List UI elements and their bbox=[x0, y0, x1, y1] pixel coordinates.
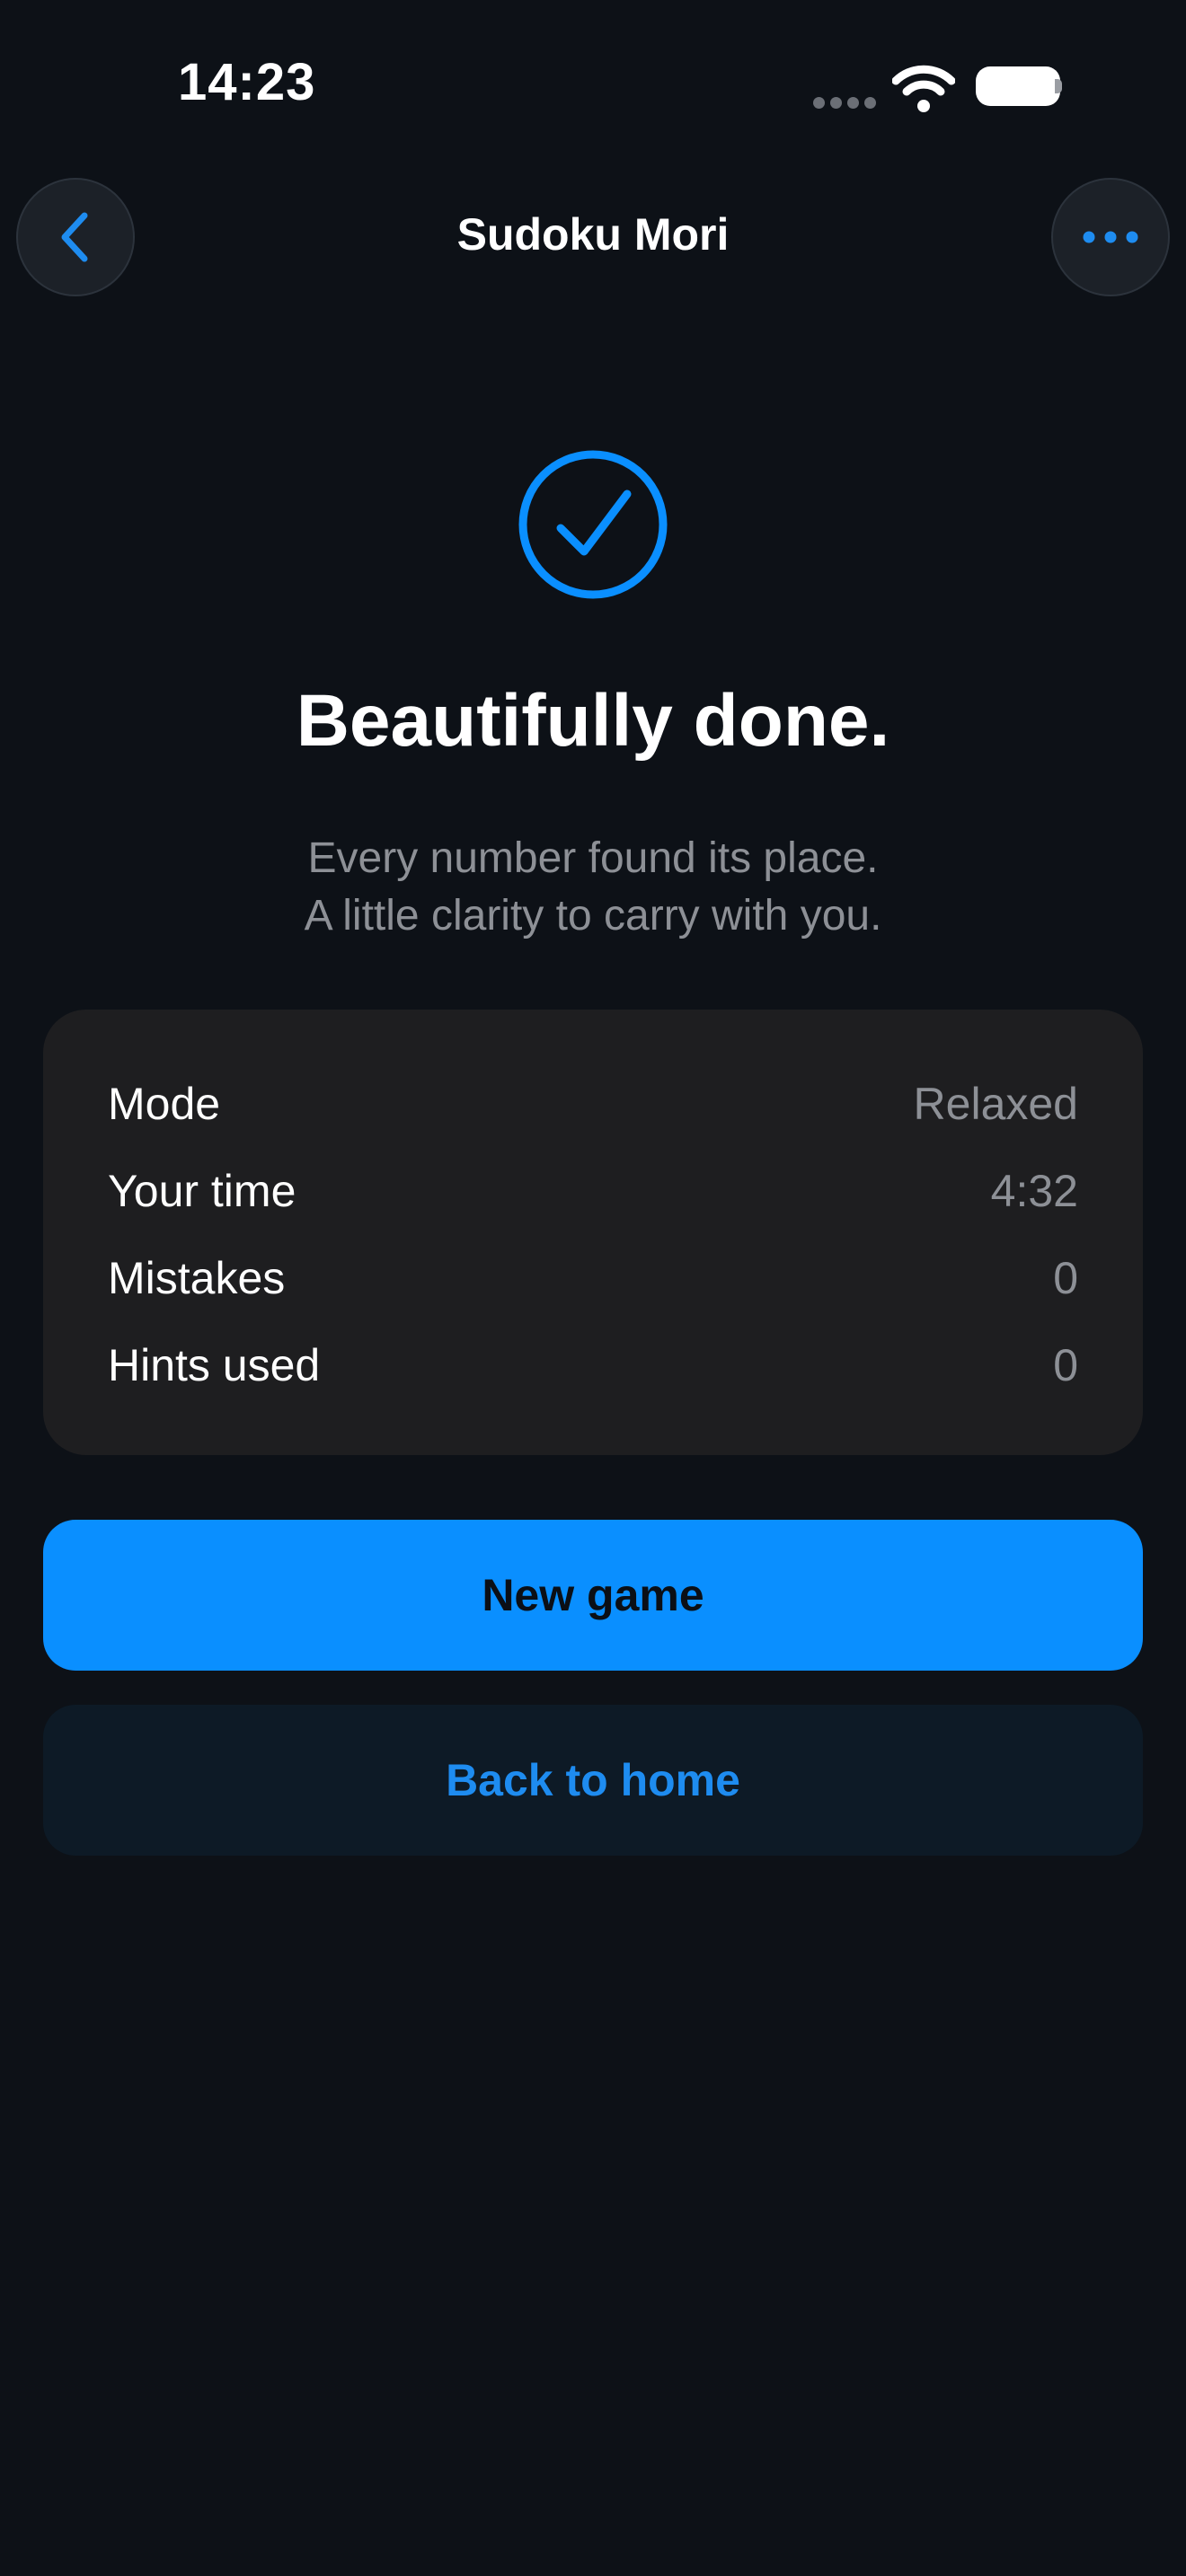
status-time: 14:23 bbox=[178, 53, 316, 111]
new-game-button[interactable]: New game bbox=[43, 1520, 1143, 1671]
wifi-icon bbox=[892, 65, 955, 112]
more-options-button[interactable] bbox=[1051, 178, 1170, 296]
stat-row-hints: Hints used 0 bbox=[108, 1339, 1078, 1393]
completion-headline: Beautifully done. bbox=[296, 680, 890, 762]
stats-card: Mode Relaxed Your time 4:32 Mistakes 0 H… bbox=[43, 1010, 1143, 1455]
back-to-home-button[interactable]: Back to home bbox=[43, 1705, 1143, 1856]
stat-value: 0 bbox=[1053, 1253, 1078, 1303]
stat-value: 0 bbox=[1053, 1340, 1078, 1390]
stat-label: Hints used bbox=[108, 1340, 321, 1390]
page-title: Sudoku Mori bbox=[456, 209, 730, 260]
stat-row-time: Your time 4:32 bbox=[108, 1165, 1078, 1219]
stat-label: Mode bbox=[108, 1079, 221, 1129]
checkmark-circle-icon bbox=[518, 450, 668, 599]
stat-label: Mistakes bbox=[108, 1253, 286, 1303]
battery-icon bbox=[976, 66, 1060, 106]
battery-cap bbox=[1055, 79, 1062, 93]
stat-value: Relaxed bbox=[913, 1079, 1078, 1129]
cellular-signal-icon bbox=[813, 97, 876, 110]
ellipsis-icon bbox=[1083, 231, 1138, 243]
subtitle-line-1: Every number found its place. bbox=[307, 834, 879, 882]
stat-row-mistakes: Mistakes 0 bbox=[108, 1252, 1078, 1306]
stat-row-mode: Mode Relaxed bbox=[108, 1078, 1078, 1132]
stat-value: 4:32 bbox=[990, 1166, 1078, 1216]
stat-label: Your time bbox=[108, 1166, 296, 1216]
subtitle-line-2: A little clarity to carry with you. bbox=[304, 892, 882, 940]
